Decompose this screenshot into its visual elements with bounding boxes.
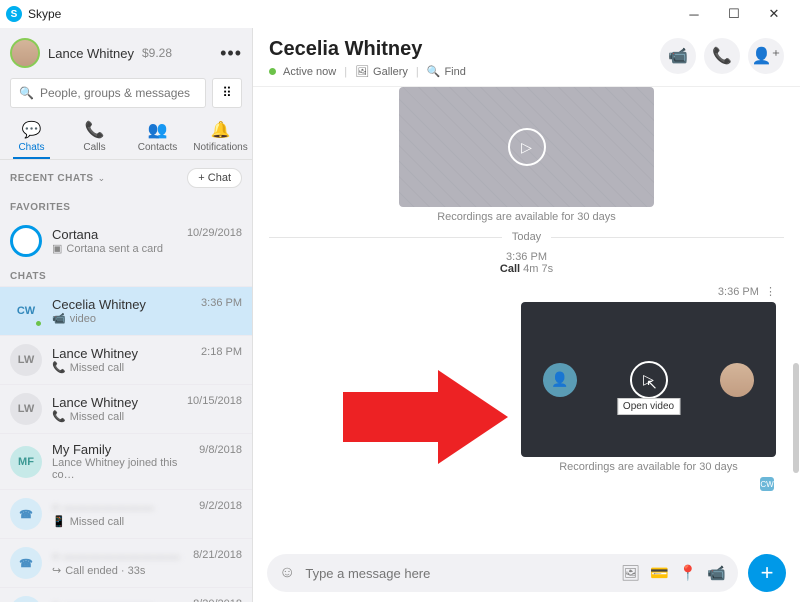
video-message-button[interactable]: 📹 [707,564,726,582]
conv-lance-1[interactable]: LW Lance Whitney 📞Missed call 2:18 PM [0,335,252,384]
find-icon: 🔍 [427,65,441,78]
find-link[interactable]: Find [444,66,465,78]
day-separator: Today [269,231,784,243]
read-receipt-avatar: CW [760,477,774,491]
chat-icon: 💬 [0,120,63,140]
recent-chats-label: RECENT CHATS [10,173,94,184]
bell-icon: 🔔 [189,120,252,140]
conv-phone-2[interactable]: ☎ ÷ ————————— ↪Call ended · 33s 8/21/201… [0,538,252,587]
contacts-icon: 👥 [126,120,189,140]
new-chat-button[interactable]: + Chat [187,168,242,188]
annotation-arrow-icon [343,362,513,472]
tab-chats[interactable]: 💬Chats [0,120,63,159]
card-icon: ▣ [52,242,62,255]
mobile-icon: 📱 [52,515,66,528]
chats-label: CHATS [0,265,252,286]
profile-row[interactable]: Lance Whitney $9.28 ••• [0,28,252,74]
phone-avatar-icon: ☎ [10,596,42,602]
chat-title: Cecelia Whitney [269,38,660,61]
profile-balance: $9.28 [142,46,172,60]
tab-calls[interactable]: 📞Calls [63,120,126,159]
compose-box[interactable]: ☺ 🖼 💳 📍 📹 [267,554,738,592]
play-icon[interactable]: ▷ [630,361,668,399]
emoji-button[interactable]: ☺ [279,564,295,582]
window-minimize-button[interactable]: ─ [674,0,714,28]
scrollbar[interactable] [793,118,799,518]
search-icon: 🔍 [19,86,34,100]
tooltip-open-video: Open video [617,398,680,415]
profile-name: Lance Whitney [48,46,134,61]
conv-myfamily[interactable]: MF My Family Lance Whitney joined this c… [0,433,252,489]
cortana-avatar [10,225,42,257]
add-person-button[interactable]: 👤⁺ [748,38,784,74]
presence-dot-icon [269,68,276,75]
conv-phone-1[interactable]: ☎ ÷ ——————— 📱Missed call 9/2/2018 [0,489,252,538]
window-close-button[interactable]: ✕ [754,0,794,28]
recording-note: Recordings are available for 30 days [269,211,784,223]
conv-cortana[interactable]: Cortana ▣Cortana sent a card 10/29/2018 [0,217,252,265]
video-recording-card[interactable]: 👤 ▷ ↖ Open video [521,302,776,457]
missed-call-icon: 📞 [52,410,66,423]
phone-avatar-icon: ☎ [10,498,42,530]
video-call-button[interactable]: 📹 [660,38,696,74]
attach-card-button[interactable]: 💳 [650,564,669,582]
chat-panel: Cecelia Whitney Active now | 🖼 Gallery |… [253,28,800,602]
profile-avatar[interactable] [10,38,40,68]
skype-logo-icon: S [6,6,22,22]
conv-cecelia[interactable]: CW Cecelia Whitney 📹video 3:36 PM [0,286,252,335]
send-button[interactable]: + [748,554,786,592]
message-timestamp: 3:36 PM ⋮ [269,285,776,298]
avatar: CW [10,295,42,327]
outgoing-icon: ↪ [52,564,61,577]
search-box[interactable]: 🔍 [10,78,206,108]
attach-image-button[interactable]: 🖼 [621,564,640,582]
sidebar: Lance Whitney $9.28 ••• 🔍 ⠿ 💬Chats 📞Call… [0,28,253,602]
search-input[interactable] [40,86,197,100]
conversation-list: Cortana ▣Cortana sent a card 10/29/2018 … [0,217,252,602]
participant-avatar [720,363,754,397]
avatar: LW [10,393,42,425]
phone-icon: 📞 [63,120,126,140]
window-maximize-button[interactable]: ☐ [714,0,754,28]
more-menu-button[interactable]: ••• [220,43,242,64]
window-titlebar: S Skype ─ ☐ ✕ [0,0,800,28]
message-input[interactable] [305,566,621,581]
nav-tabs: 💬Chats 📞Calls 👥Contacts 🔔Notifications [0,116,252,160]
audio-call-button[interactable]: 📞 [704,38,740,74]
chat-body[interactable]: ▷ Recordings are available for 30 days T… [253,87,800,544]
play-icon[interactable]: ▷ [508,128,546,166]
phone-avatar-icon: ☎ [10,547,42,579]
avatar: MF [10,446,42,478]
presence-dot-icon [34,319,43,328]
dialpad-button[interactable]: ⠿ [212,78,242,108]
chat-status: Active now [283,66,336,78]
app-name: Skype [28,7,674,21]
call-summary: 3:36 PM Call 4m 7s [269,251,784,275]
participant-avatar-icon: 👤 [543,363,577,397]
tab-notifications[interactable]: 🔔Notifications [189,120,252,159]
favorites-label: FAVORITES [0,196,252,217]
composer: ☺ 🖼 💳 📍 📹 + [253,544,800,602]
location-button[interactable]: 📍 [679,564,698,582]
missed-call-icon: 📞 [52,361,66,374]
conv-phone-3[interactable]: ☎ ÷ ——————— 📱9 8/20/2018 [0,587,252,602]
recording-card-old[interactable]: ▷ [399,87,654,207]
chat-header: Cecelia Whitney Active now | 🖼 Gallery |… [253,28,800,87]
recording-note: Recordings are available for 30 days [521,461,776,473]
gallery-link[interactable]: Gallery [373,66,408,78]
tab-contacts[interactable]: 👥Contacts [126,120,189,159]
video-icon: 📹 [52,312,66,325]
chevron-down-icon[interactable]: ⌄ [98,173,106,184]
avatar: LW [10,344,42,376]
conv-lance-2[interactable]: LW Lance Whitney 📞Missed call 10/15/2018 [0,384,252,433]
gallery-icon: 🖼 [355,65,369,78]
